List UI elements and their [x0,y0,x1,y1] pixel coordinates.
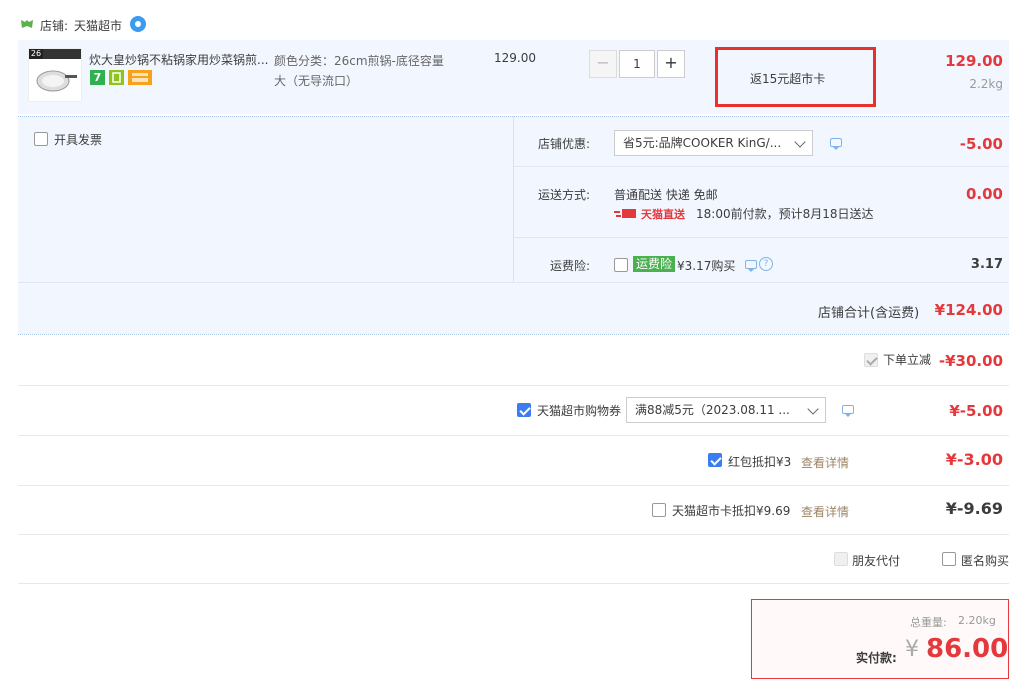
freight-insurance-tag: 运费险 [633,256,676,272]
coupon-checkbox[interactable] [517,403,531,417]
shop-total-amount: ¥124.00 [934,301,1003,319]
invoice-option[interactable]: 开具发票 [34,130,154,148]
chat-icon[interactable] [130,16,146,32]
message-icon[interactable] [830,138,842,150]
quantity-increase-button[interactable]: + [657,50,685,78]
quantity-input[interactable]: 1 [619,50,655,78]
rebate-label: 返15元超市卡 [750,72,826,86]
help-icon[interactable]: ? [759,257,773,271]
card-amount: ¥-9.69 [945,499,1003,518]
shop-discount-select[interactable]: 省5元:品牌COOKER KinG/... [614,130,813,156]
chevron-down-icon [807,403,819,415]
redpacket-details-link[interactable]: 查看详情 [801,454,849,471]
shop-discount-amount: -5.00 [959,135,1003,153]
invoice-label: 开具发票 [54,133,103,147]
instant-discount-label: 下单立减 [883,353,932,367]
shop-discount-label: 店铺优惠: [538,137,591,151]
quantity-decrease-button[interactable]: − [589,50,617,78]
tmall-direct-badge: 天猫直送 [614,205,694,221]
item-subtotal: 129.00 [945,52,1003,70]
brand-guarantee-icon [109,70,124,85]
freight-insurance-amount: 3.17 [970,257,1003,272]
shop-total-label: 店铺合计(含运费) [818,306,920,321]
seven-day-return-icon: 7 [90,70,105,85]
anonymous-checkbox[interactable] [942,552,956,566]
item-weight: 2.2kg [969,77,1003,91]
coupon-label: 天猫超市购物券 [537,404,622,418]
redpacket-label: 红包抵扣¥3 [728,455,792,469]
coupon-amount: ¥-5.00 [949,402,1003,420]
pay-label: 实付款: [856,651,897,665]
shop-name[interactable]: 天猫超市 [74,17,122,34]
card-payment-icon [128,70,152,85]
delivery-method: 普通配送 快递 免邮 [614,188,718,202]
pay-amount: 86.00 [926,634,1009,664]
card-checkbox[interactable] [652,503,666,517]
pan-image-icon [35,65,77,98]
thumb-badge: 26 [29,49,43,59]
card-details-link[interactable]: 查看详情 [801,503,849,520]
coupon-select[interactable]: 满88减5元（2023.08.11 ... [626,397,826,423]
instant-discount-amount: -¥30.00 [938,352,1003,370]
item-thumbnail[interactable]: 26 [28,48,82,102]
message-icon[interactable] [842,405,854,417]
unit-price: 129.00 [494,51,536,65]
invoice-checkbox[interactable] [34,132,48,146]
service-badges: 7 [90,70,160,86]
item-title[interactable]: 炊大皇炒锅不粘锅家用炒菜锅煎... [89,51,268,68]
tmall-direct-label: 天猫直送 [641,208,685,221]
delivery-amount: 0.00 [965,185,1003,203]
total-weight-value: 2.20kg [958,614,996,627]
shop-label: 店铺: [40,19,69,33]
freight-insurance-checkbox[interactable] [614,258,628,272]
shop-discount-value: 省5元:品牌COOKER KinG/... [623,136,782,150]
friend-pay-checkbox [834,552,848,566]
item-spec: 颜色分类：26cm煎锅-底径容量大（无导流口） [274,54,444,88]
delivery-eta: 18:00前付款，预计8月18日送达 [696,207,874,221]
message-icon[interactable] [745,260,757,272]
coupon-value: 满88减5元（2023.08.11 ... [635,403,790,417]
freight-insurance-label: 运费险: [550,259,591,273]
instant-discount-checkbox [864,353,878,367]
friend-pay-label: 朋友代付 [852,554,901,568]
anonymous-label: 匿名购买 [961,554,1010,568]
freight-insurance-price: ¥3.17购买 [677,259,736,273]
truck-icon [614,208,638,223]
redpacket-amount: ¥-3.00 [945,450,1003,469]
total-weight-label: 总重量: [910,616,947,629]
chevron-down-icon [794,136,806,148]
shop-logo-icon [20,18,34,30]
redpacket-checkbox[interactable] [708,453,722,467]
card-label: 天猫超市卡抵扣¥9.69 [672,504,791,518]
quantity-stepper[interactable]: − 1 + [589,50,687,78]
delivery-label: 运送方式: [538,188,591,202]
shop-header: 店铺: 天猫超市 [18,12,318,38]
pay-currency: ¥ [905,637,919,662]
